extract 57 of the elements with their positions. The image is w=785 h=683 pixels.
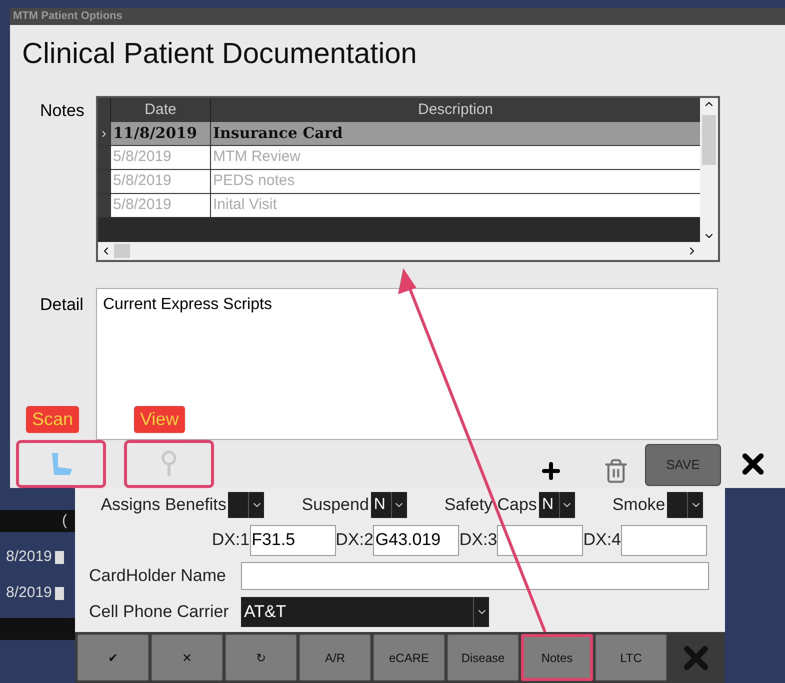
field-label: Notes — [40, 100, 86, 122]
carrier-select-field[interactable]: AT&T — [241, 597, 489, 627]
calendar-icon[interactable] — [54, 586, 64, 600]
horizontal-scrollbar[interactable] — [98, 242, 718, 260]
magnifier-icon — [160, 450, 178, 478]
select-field[interactable] — [228, 492, 264, 518]
dx-input-field[interactable] — [621, 524, 707, 556]
save-button[interactable]: SAVE — [645, 444, 721, 486]
toolbar-button[interactable]: A/R — [299, 634, 371, 681]
field-label: Safety Caps — [444, 494, 537, 516]
field-label: Detail — [40, 294, 84, 316]
field-label: DX:3 — [459, 529, 498, 552]
date-text: 8/2019 — [6, 546, 52, 567]
field-label: DX:4 — [583, 529, 621, 552]
table-cell: 5/8/2019 — [110, 170, 210, 193]
scan-button[interactable] — [16, 440, 106, 488]
toolbar-button[interactable]: eCARE — [373, 634, 445, 681]
date-text: 8/2019 — [6, 582, 52, 603]
toolbar-button[interactable]: ↻ — [225, 634, 297, 681]
table-cell: 5/8/2019 — [110, 194, 210, 217]
select-field[interactable]: N — [538, 492, 575, 518]
field-label: Assigns Benefits — [100, 494, 226, 516]
page-heading: Clinical Patient Documentation — [22, 36, 418, 72]
calendar-icon[interactable] — [54, 550, 64, 564]
table-row[interactable]: 5/8/2019 Inital Visit — [98, 194, 700, 218]
toolbar-button[interactable]: ✔ — [77, 634, 149, 681]
table-row[interactable]: 5/8/2019 PEDS notes — [98, 170, 700, 194]
table-row[interactable]: 11/8/2019 Insurance Card — [98, 122, 700, 146]
cardholder-input-field[interactable] — [241, 562, 709, 590]
field-label: Cell Phone Carrier — [89, 601, 230, 624]
table-cell: 11/8/2019 — [110, 122, 210, 145]
trash-icon[interactable] — [603, 458, 629, 484]
scroll-thumb[interactable] — [114, 244, 130, 258]
field-label: CardHolder Name — [89, 565, 227, 588]
field-label: DX:1 — [212, 529, 250, 552]
callout-label: View — [134, 406, 185, 433]
select-field[interactable]: N — [370, 492, 407, 518]
select-field[interactable] — [667, 492, 704, 518]
vertical-scrollbar[interactable] — [700, 98, 718, 242]
dx-input-field[interactable]: G43.019 — [373, 524, 460, 556]
add-icon[interactable] — [539, 459, 563, 483]
toolbar-button[interactable]: ✕ — [151, 634, 223, 681]
dx-input-field[interactable]: F31.5 — [250, 524, 336, 556]
toolbar-button[interactable]: Disease — [447, 634, 519, 681]
table-row[interactable]: 5/8/2019 MTM Review — [98, 146, 700, 170]
view-button[interactable] — [124, 440, 214, 488]
callout-label: Scan — [26, 406, 80, 433]
dx-input-field[interactable] — [497, 524, 584, 556]
field-label: DX:2 — [336, 529, 374, 552]
field-label: Smoke — [612, 494, 666, 516]
background-bar: ( — [0, 510, 75, 532]
table-cell: 5/8/2019 — [110, 146, 210, 169]
scroll-thumb[interactable] — [702, 115, 716, 165]
toolbar-button[interactable]: LTC — [595, 634, 667, 681]
window-title: MTM Patient Options — [13, 9, 122, 24]
field-label: Suspend — [302, 494, 369, 516]
toolbar-button[interactable]: Notes — [521, 634, 593, 681]
